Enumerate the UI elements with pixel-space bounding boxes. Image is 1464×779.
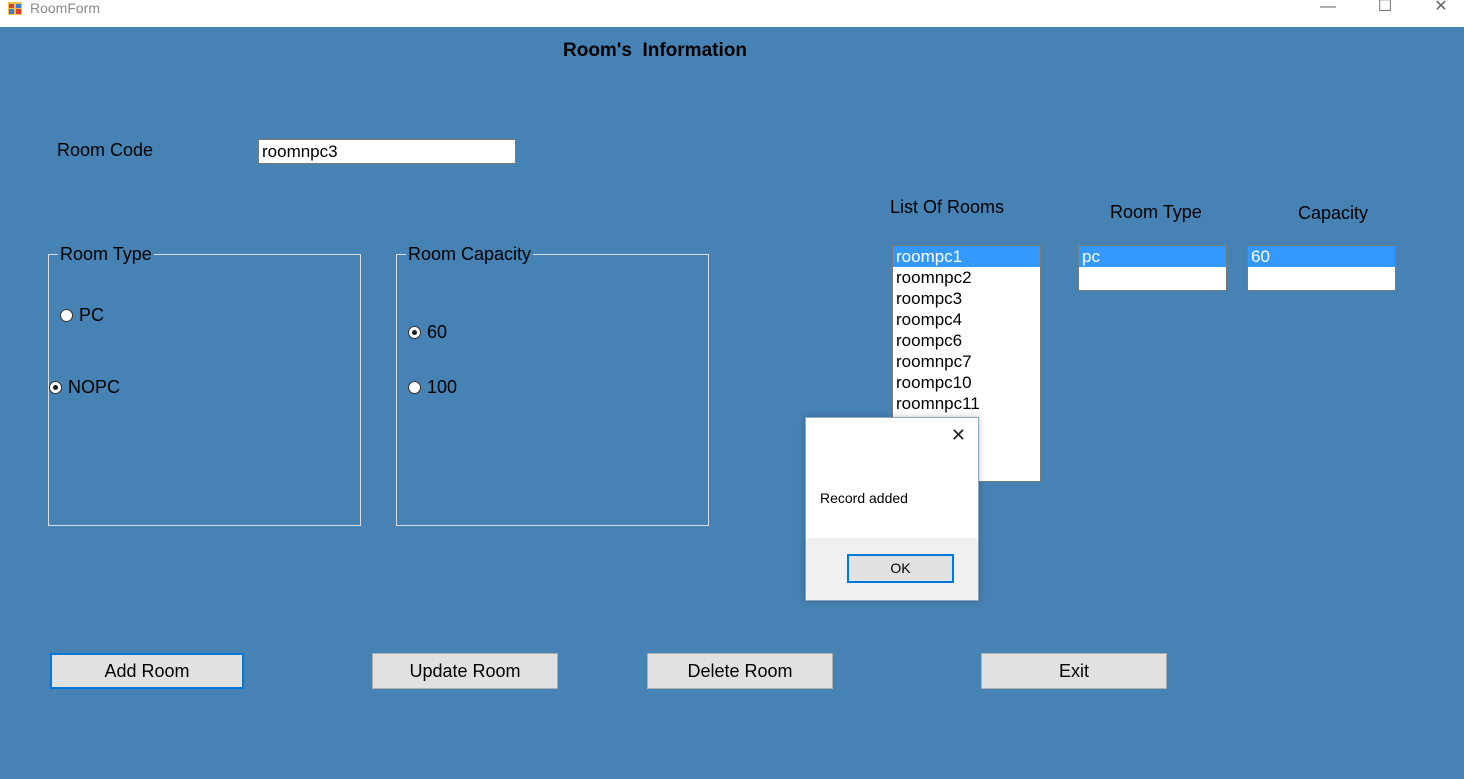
message-text: Record added <box>820 490 908 506</box>
room-capacity-group: Room Capacity 60 100 <box>396 244 709 526</box>
radio-capacity-60-label: 60 <box>427 322 448 342</box>
radio-pc-label: PC <box>79 305 105 325</box>
maximize-icon[interactable]: ☐ <box>1375 0 1395 16</box>
room-list-item[interactable]: roompc10 <box>893 372 1040 393</box>
radio-capacity-100[interactable]: 100 <box>408 377 457 398</box>
exit-button[interactable]: Exit <box>981 653 1167 689</box>
ok-button[interactable]: OK <box>847 554 954 583</box>
room-type-group: Room Type PC NOPC <box>48 244 361 526</box>
close-icon[interactable]: ✕ <box>951 426 966 444</box>
room-list-item[interactable]: roompc4 <box>893 309 1040 330</box>
room-list-item[interactable]: roompc6 <box>893 330 1040 351</box>
room-type-list-item[interactable]: pc <box>1079 246 1226 267</box>
room-type-listbox[interactable]: pc <box>1078 245 1227 291</box>
room-capacity-group-title: Room Capacity <box>406 244 534 264</box>
room-list-item[interactable]: roompc1 <box>893 246 1040 267</box>
radio-capacity-60[interactable]: 60 <box>408 322 447 343</box>
title-bar: RoomForm — ☐ ✕ <box>0 0 1464 27</box>
add-room-button[interactable]: Add Room <box>50 653 244 689</box>
room-list-item[interactable]: roompc3 <box>893 288 1040 309</box>
delete-room-button[interactable]: Delete Room <box>647 653 833 689</box>
capacity-list-label: Capacity <box>1298 203 1369 223</box>
radio-capacity-100-label: 100 <box>427 377 458 397</box>
room-list-item[interactable]: roomnpc2 <box>893 267 1040 288</box>
radio-pc-circle[interactable] <box>60 309 73 322</box>
radio-nopc[interactable]: NOPC <box>49 377 120 398</box>
update-room-button[interactable]: Update Room <box>372 653 558 689</box>
list-of-rooms-label: List Of Rooms <box>890 197 1005 217</box>
radio-capacity-60-circle[interactable] <box>408 326 421 339</box>
room-type-group-title: Room Type <box>58 244 154 264</box>
capacity-list-item[interactable]: 60 <box>1248 246 1395 267</box>
message-box-footer: OK <box>806 538 978 600</box>
page-title: Room's Information <box>563 40 747 61</box>
radio-nopc-circle[interactable] <box>49 381 62 394</box>
window-title: RoomForm <box>30 0 101 16</box>
minimize-icon[interactable]: — <box>1318 0 1338 16</box>
app-icon <box>8 2 22 15</box>
message-box-dialog: ✕ Record added OK <box>805 417 979 601</box>
capacity-listbox[interactable]: 60 <box>1247 245 1396 291</box>
radio-nopc-label: NOPC <box>68 377 121 397</box>
room-type-list-label: Room Type <box>1110 202 1202 222</box>
room-list-item[interactable]: roomnpc7 <box>893 351 1040 372</box>
radio-pc[interactable]: PC <box>60 305 104 326</box>
radio-capacity-100-circle[interactable] <box>408 381 421 394</box>
room-code-input[interactable] <box>258 139 516 164</box>
room-code-label: Room Code <box>57 140 154 160</box>
room-list-item[interactable]: roomnpc11 <box>893 393 1040 414</box>
close-icon[interactable]: ✕ <box>1431 0 1451 16</box>
